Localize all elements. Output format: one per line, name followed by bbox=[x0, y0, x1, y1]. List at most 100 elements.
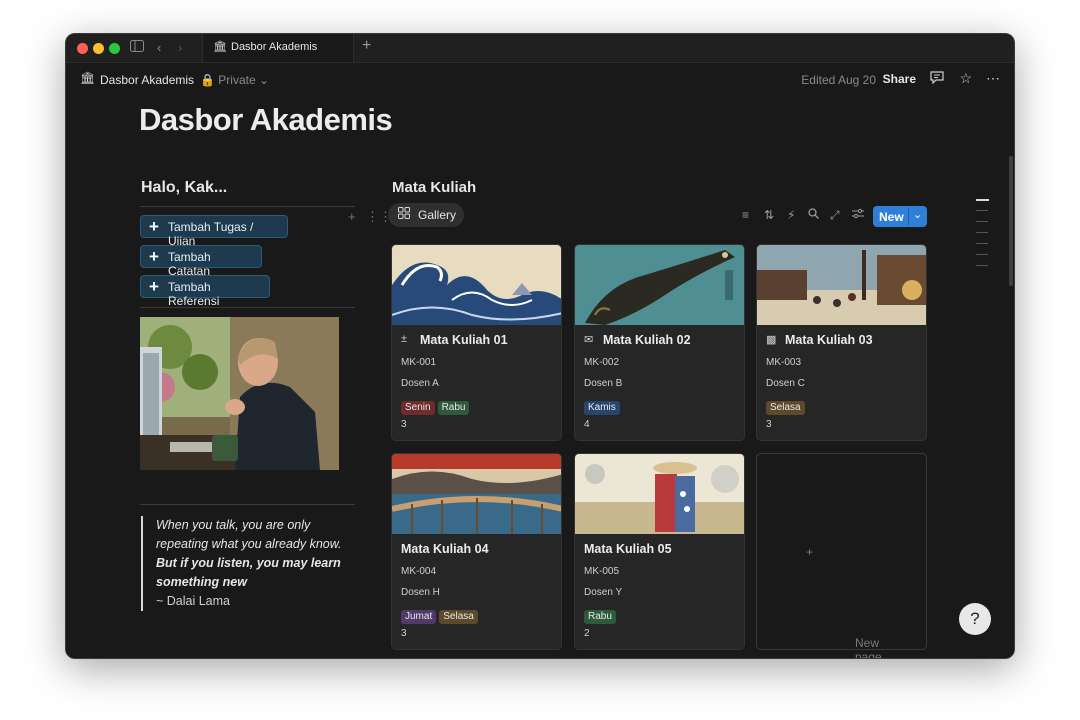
gallery-tab-label: Gallery bbox=[418, 208, 457, 222]
add-reference-button[interactable]: + Tambah Referensi bbox=[140, 275, 270, 308]
card-cover-image bbox=[575, 454, 744, 534]
card-tags: Selasa bbox=[766, 397, 808, 415]
new-button-divider bbox=[908, 208, 909, 225]
tag-selasa: Selasa bbox=[766, 401, 805, 415]
automation-icon[interactable]: ⚡︎ bbox=[787, 208, 795, 222]
scrollbar[interactable] bbox=[1009, 156, 1013, 286]
sidebar-toggle-icon[interactable] bbox=[130, 40, 144, 55]
maximize-window-button[interactable] bbox=[109, 43, 120, 54]
minimize-window-button[interactable] bbox=[93, 43, 104, 54]
gallery-card[interactable]: ± Mata Kuliah 01 MK-001 Dosen A Senin Rab… bbox=[391, 244, 562, 441]
close-window-button[interactable] bbox=[77, 43, 88, 54]
quote-line-2: But if you listen, you may learn somethi… bbox=[156, 556, 341, 589]
card-title: Mata Kuliah 05 bbox=[584, 542, 672, 556]
formula-icon: ± bbox=[401, 333, 408, 345]
toc-marker-active[interactable] bbox=[976, 199, 989, 201]
card-cover-image bbox=[392, 454, 561, 534]
chevron-down-icon[interactable]: ⌄ bbox=[913, 208, 922, 221]
card-cover-image bbox=[757, 245, 926, 325]
page-title: Dasbor Akademis bbox=[139, 102, 393, 137]
toc-marker[interactable] bbox=[976, 221, 988, 222]
plus-icon: + bbox=[149, 277, 159, 296]
more-icon[interactable]: ⋯ bbox=[986, 70, 1000, 87]
greeting-heading: Halo, Kak... bbox=[141, 179, 228, 196]
gallery-card[interactable]: ✉ Mata Kuliah 02 MK-002 Dosen B Kamis 4 bbox=[574, 244, 745, 441]
frustrated-man-gif bbox=[140, 317, 339, 470]
star-icon[interactable]: ☆ bbox=[959, 70, 972, 87]
card-title: Mata Kuliah 04 bbox=[401, 542, 489, 556]
new-tab-icon[interactable]: + bbox=[362, 37, 371, 55]
quote-author: ~ Dalai Lama bbox=[156, 594, 230, 608]
card-title: Mata Kuliah 03 bbox=[785, 333, 873, 347]
new-page-card[interactable]: + New page bbox=[756, 453, 927, 658]
card-tags: Jumat Selasa bbox=[401, 606, 481, 624]
share-button[interactable]: Share bbox=[883, 72, 916, 86]
building-icon: 🏛 bbox=[213, 41, 227, 53]
tag-selasa: Selasa bbox=[439, 610, 478, 624]
quote-line-1: When you talk, you are only repeating wh… bbox=[156, 518, 342, 551]
privacy-menu[interactable]: 🔒 Private ⌄ bbox=[200, 73, 269, 87]
card-tags: Kamis bbox=[584, 397, 623, 415]
gallery-view-tab[interactable]: Gallery bbox=[388, 203, 464, 227]
add-block-icon[interactable]: + bbox=[348, 209, 356, 224]
plus-icon: + bbox=[149, 217, 159, 236]
card-count: 2 bbox=[584, 628, 590, 639]
inbox-icon: ✉ bbox=[584, 334, 594, 346]
divider bbox=[140, 504, 355, 505]
card-tags: Rabu bbox=[584, 606, 619, 624]
card-tags: Senin Rabu bbox=[401, 397, 472, 415]
gallery-heading: Mata Kuliah bbox=[392, 179, 477, 196]
divider bbox=[140, 206, 355, 207]
title-bar: ‹ › 🏛 Dasbor Akademis + bbox=[66, 34, 1014, 63]
new-button[interactable]: New ⌄ bbox=[873, 206, 927, 227]
comment-icon[interactable] bbox=[930, 70, 944, 87]
card-cover-image bbox=[575, 245, 744, 325]
card-code: MK-002 bbox=[584, 357, 620, 368]
robot-icon: ▩ bbox=[766, 334, 777, 346]
card-count: 3 bbox=[401, 419, 407, 430]
quote-block: When you talk, you are only repeating wh… bbox=[141, 516, 361, 611]
building-icon: 🏛 bbox=[80, 71, 96, 85]
toc-marker[interactable] bbox=[976, 243, 988, 244]
card-count: 3 bbox=[766, 419, 772, 430]
add-note-label: Tambah Catatan bbox=[168, 250, 211, 278]
settings-icon[interactable] bbox=[852, 208, 864, 222]
card-code: MK-003 bbox=[766, 357, 802, 368]
toc-marker[interactable] bbox=[976, 265, 988, 266]
grid-icon bbox=[398, 207, 410, 222]
privacy-label: Private bbox=[218, 73, 256, 87]
gallery-card[interactable]: Mata Kuliah 04 MK-004 Dosen H Jumat Selas… bbox=[391, 453, 562, 650]
filter-icon[interactable]: ≡ bbox=[742, 208, 749, 222]
tag-senin: Senin bbox=[401, 401, 435, 415]
add-task-label: Tambah Tugas / Ujian bbox=[168, 220, 254, 248]
plus-icon: + bbox=[149, 247, 159, 266]
tag-kamis: Kamis bbox=[584, 401, 620, 415]
toc-marker[interactable] bbox=[976, 232, 988, 233]
card-lecturer: Dosen A bbox=[401, 378, 439, 389]
page-header: 🏛 Dasbor Akademis 🔒 Private ⌄ Edited Aug… bbox=[66, 64, 1014, 94]
search-icon[interactable] bbox=[808, 208, 819, 222]
back-arrow-icon[interactable]: ‹ bbox=[157, 40, 161, 55]
new-page-label: + New page bbox=[806, 545, 882, 658]
forward-arrow-icon[interactable]: › bbox=[178, 40, 182, 55]
toc-marker[interactable] bbox=[976, 254, 988, 255]
gallery-card[interactable]: ▩ Mata Kuliah 03 MK-003 Dosen C Selasa 3 bbox=[756, 244, 927, 441]
card-cover-image bbox=[392, 245, 561, 325]
card-code: MK-005 bbox=[584, 566, 620, 577]
card-lecturer: Dosen Y bbox=[584, 587, 623, 598]
card-code: MK-004 bbox=[401, 566, 437, 577]
tag-rabu: Rabu bbox=[437, 401, 470, 415]
tab-label: Dasbor Akademis bbox=[231, 41, 318, 53]
sort-icon[interactable]: ⇅ bbox=[764, 208, 774, 222]
card-lecturer: Dosen B bbox=[584, 378, 623, 389]
breadcrumb[interactable]: Dasbor Akademis bbox=[100, 73, 194, 87]
add-note-button[interactable]: + Tambah Catatan bbox=[140, 245, 262, 278]
new-page-text: New page bbox=[855, 636, 882, 659]
tab-dasbor-akademis[interactable]: 🏛 Dasbor Akademis bbox=[202, 34, 354, 62]
help-icon[interactable]: ? bbox=[959, 603, 991, 635]
app-window: ‹ › 🏛 Dasbor Akademis + 🏛 Dasbor Akademi… bbox=[65, 33, 1015, 659]
expand-icon[interactable]: ⤢ bbox=[830, 208, 840, 223]
toc-marker[interactable] bbox=[976, 210, 988, 211]
add-task-button[interactable]: + Tambah Tugas / Ujian bbox=[140, 215, 288, 248]
gallery-card[interactable]: Mata Kuliah 05 MK-005 Dosen Y Rabu 2 bbox=[574, 453, 745, 650]
